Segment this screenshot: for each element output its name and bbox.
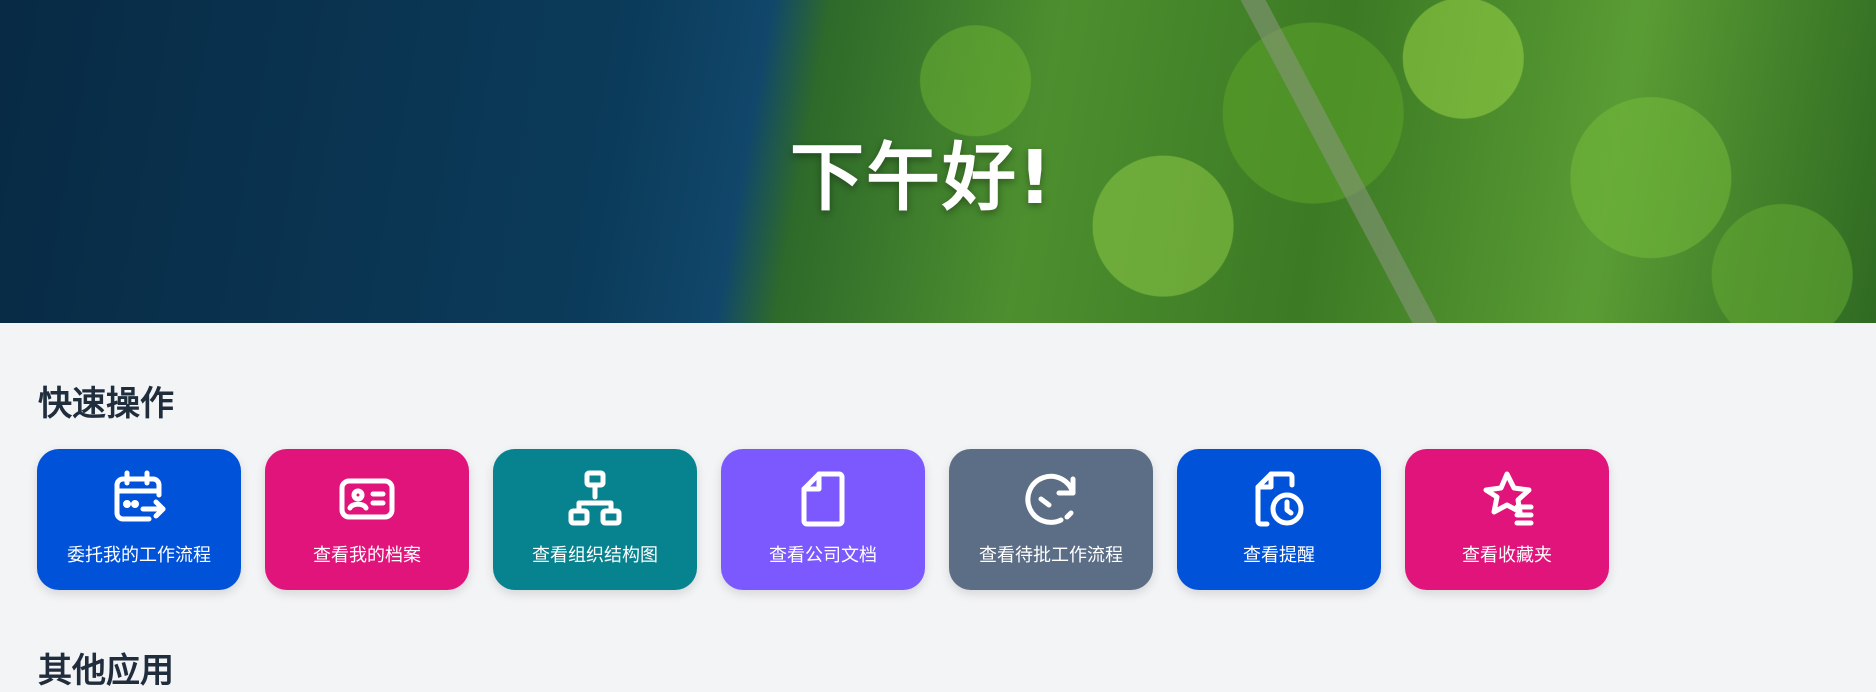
quick-actions-heading: 快速操作 [38, 384, 174, 424]
org-chart-card[interactable]: 查看组织结构图 [493, 449, 697, 590]
card-label: 委托我的工作流程 [67, 545, 211, 566]
card-label: 查看待批工作流程 [979, 545, 1123, 566]
id-card-icon [339, 478, 395, 520]
hero-banner: 下午好! [0, 0, 1876, 323]
refresh-check-icon [1025, 473, 1076, 525]
calendar-arrow-icon [114, 470, 166, 522]
pending-approval-card[interactable]: 查看待批工作流程 [949, 449, 1153, 590]
greeting-text: 下午好! [790, 135, 1054, 221]
delegated-workflows-card[interactable]: 委托我的工作流程 [37, 449, 241, 590]
my-profile-card[interactable]: 查看我的档案 [265, 449, 469, 590]
card-label: 查看提醒 [1243, 545, 1315, 566]
star-list-icon [1483, 471, 1534, 526]
other-apps-heading: 其他应用 [38, 651, 174, 691]
card-label: 查看组织结构图 [532, 545, 658, 566]
file-clock-icon [1255, 471, 1304, 527]
favorites-card[interactable]: 查看收藏夹 [1405, 449, 1609, 590]
document-icon [801, 471, 845, 527]
org-chart-icon [568, 470, 622, 526]
company-docs-card[interactable]: 查看公司文档 [721, 449, 925, 590]
card-label: 查看收藏夹 [1462, 545, 1552, 566]
card-label: 查看我的档案 [313, 545, 421, 566]
card-label: 查看公司文档 [769, 545, 877, 566]
reminders-card[interactable]: 查看提醒 [1177, 449, 1381, 590]
hero-road-decoration [1230, 0, 1447, 323]
